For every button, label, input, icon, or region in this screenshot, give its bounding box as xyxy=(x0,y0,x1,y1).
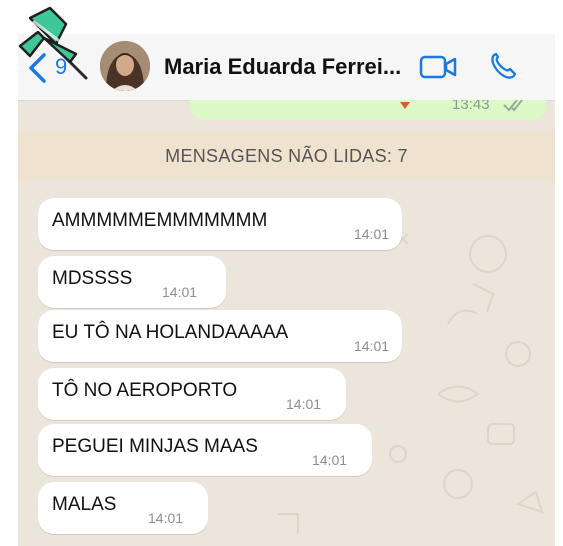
video-call-icon[interactable] xyxy=(419,54,457,80)
phone-call-icon[interactable] xyxy=(488,50,520,82)
message-time: 14:01 xyxy=(162,284,198,300)
read-ticks-icon xyxy=(503,100,523,112)
message-bubble[interactable]: AMMMMMEMMMMMMM 14:01 xyxy=(38,198,402,250)
message-time: 14:01 xyxy=(354,226,390,242)
message-bubble[interactable]: MDSSSS 14:01 xyxy=(38,256,226,308)
unread-messages-banner: MENSAGENS NÃO LIDAS: 7 xyxy=(18,132,555,180)
message-time: 14:01 xyxy=(286,396,322,412)
message-bubble[interactable]: PEGUEI MINJAS MAAS 14:01 xyxy=(38,424,372,476)
previous-message-emoji-fragment xyxy=(400,102,410,109)
previous-outgoing-message[interactable]: 13:43 xyxy=(190,100,546,120)
message-bubble[interactable]: TÔ NO AEROPORTO 14:01 xyxy=(38,368,346,420)
message-time: 14:01 xyxy=(148,510,184,526)
chat-window: 9 Maria Eduarda Ferrei... 13:43 MENSAGEN… xyxy=(18,34,555,546)
previous-message-time: 13:43 xyxy=(452,100,490,113)
message-time: 14:01 xyxy=(312,452,348,468)
message-text: MDSSSS xyxy=(52,268,133,289)
message-text: PEGUEI MINJAS MAAS xyxy=(52,436,258,457)
contact-name[interactable]: Maria Eduarda Ferrei... xyxy=(164,54,401,80)
message-bubble[interactable]: MALAS 14:01 xyxy=(38,482,208,534)
contact-avatar[interactable] xyxy=(100,41,150,91)
pushpin-sticker-icon xyxy=(18,6,88,80)
message-text: MALAS xyxy=(52,494,117,515)
message-time: 14:01 xyxy=(354,338,390,354)
message-text: AMMMMMEMMMMMMM xyxy=(52,210,268,231)
message-text: EU TÔ NA HOLANDAAAAA xyxy=(52,322,289,343)
message-bubble[interactable]: EU TÔ NA HOLANDAAAAA 14:01 xyxy=(38,310,402,362)
message-text: TÔ NO AEROPORTO xyxy=(52,380,238,401)
